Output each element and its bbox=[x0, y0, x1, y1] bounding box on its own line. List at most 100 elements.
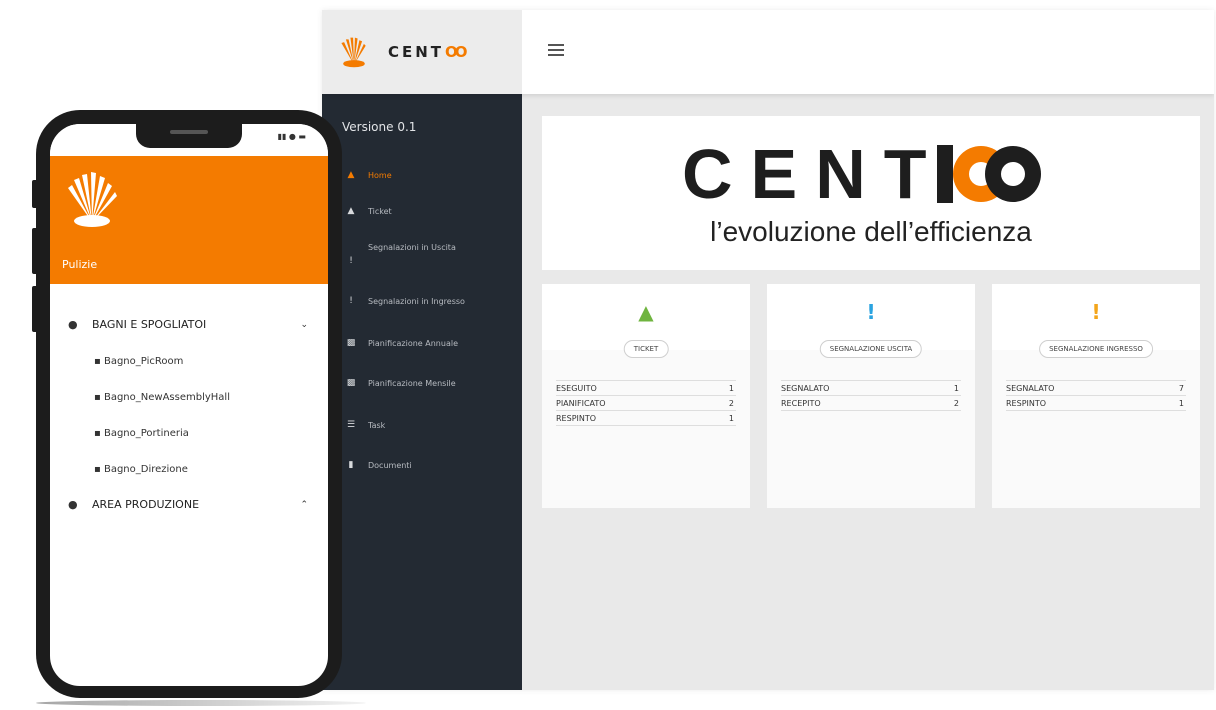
phone-side-button bbox=[32, 180, 38, 208]
shell-logo-icon bbox=[341, 37, 366, 68]
group-bagni-e-spogliatoi[interactable]: ● BAGNI E SPOGLIATOI ⌄ bbox=[68, 318, 308, 331]
row-value: 1 bbox=[728, 384, 734, 393]
table-row: ESEGUITO 1 bbox=[556, 380, 736, 395]
location-pin-icon: ● bbox=[68, 318, 78, 331]
row-value: 2 bbox=[728, 399, 734, 408]
exclamation-icon: ! bbox=[349, 256, 353, 266]
cento-ten-logo-icon: 10 bbox=[936, 145, 1041, 203]
table-row: RESPINTO 1 bbox=[556, 410, 736, 426]
card-table: SEGNALATO 7 RESPINTO 1 bbox=[1006, 380, 1186, 411]
location-pin-icon: ● bbox=[68, 498, 78, 511]
phone-header-title: Pulizie bbox=[62, 258, 98, 271]
bell-icon: ▲ bbox=[347, 206, 355, 216]
card-label: TICKET bbox=[623, 340, 669, 358]
banner-title: CENT 10 bbox=[682, 134, 1047, 214]
card-label: SEGNALAZIONE USCITA bbox=[819, 340, 923, 358]
chevron-down-icon[interactable]: ⌄ bbox=[300, 320, 308, 330]
sidebar: Versione 0.1 ▲ Home ▲ Ticket ! Segnalazi… bbox=[322, 94, 522, 690]
chevron-up-icon[interactable]: ⌃ bbox=[300, 500, 308, 510]
top-bar: CENT OO bbox=[322, 10, 1214, 94]
phone-header: Pulizie bbox=[50, 156, 328, 284]
phone-shadow bbox=[36, 700, 366, 706]
desktop-app-window: CENT OO Versione 0.1 ▲ Home ▲ Ticket ! S… bbox=[322, 10, 1214, 690]
card-table: SEGNALATO 1 RECEPITO 2 bbox=[781, 380, 961, 411]
banner-tagline: l’evoluzione dell’efficienza bbox=[710, 216, 1032, 247]
banner-title-text: CENT bbox=[682, 135, 945, 213]
brand-name: CENT OO bbox=[388, 43, 467, 61]
sidebar-item-label: Pianificazione Annuale bbox=[368, 339, 458, 348]
card-ticket[interactable]: ▲ TICKET ESEGUITO 1 PIANIFICATO 2 RESPINTO… bbox=[542, 284, 750, 508]
row-key: RECEPITO bbox=[781, 399, 821, 408]
card-bottom bbox=[542, 350, 750, 508]
chart-icon: ▩ bbox=[346, 378, 356, 388]
list-item[interactable]: ▪ Bagno_PicRoom bbox=[94, 356, 183, 367]
sidebar-item-label: Pianificazione Mensile bbox=[368, 379, 456, 388]
sidebar-item-label: Segnalazioni in Ingresso bbox=[368, 297, 465, 306]
signal-wifi-battery-icon: ▮▮ ● ▬ bbox=[277, 132, 306, 141]
row-key: RESPINTO bbox=[556, 414, 597, 423]
card-segnalazione-uscita[interactable]: ! SEGNALAZIONE USCITA SEGNALATO 1 RECEPIT… bbox=[767, 284, 975, 508]
table-row: PIANIFICATO 2 bbox=[556, 395, 736, 410]
row-value: 1 bbox=[953, 384, 959, 393]
brand-suffix: OO bbox=[445, 43, 467, 61]
row-key: PIANIFICATO bbox=[556, 399, 606, 408]
phone-device: ▮▮ ● ▬ Pulizie ● BAGNI E SPOGLIATOI ⌄ ▪ … bbox=[32, 110, 342, 698]
version-label: Versione 0.1 bbox=[342, 120, 417, 134]
row-key: SEGNALATO bbox=[1006, 384, 1055, 393]
card-segnalazione-ingresso[interactable]: ! SEGNALAZIONE INGRESSO SEGNALATO 7 RESPI… bbox=[992, 284, 1200, 508]
row-value: 2 bbox=[953, 399, 959, 408]
exclamation-icon: ! bbox=[1091, 300, 1101, 324]
group-area-produzione[interactable]: ● AREA PRODUZIONE ⌃ bbox=[68, 498, 308, 511]
sidebar-item-pianificazione-annuale[interactable]: ▩ Pianificazione Annuale bbox=[344, 338, 514, 349]
sidebar-item-pianificazione-mensile[interactable]: ▩ Pianificazione Mensile bbox=[344, 378, 514, 389]
file-icon: ▮ bbox=[348, 460, 354, 470]
row-value: 1 bbox=[728, 414, 734, 423]
main-content: CENT 10 l’evoluzione dell’efficienza ▲ T… bbox=[522, 94, 1214, 690]
row-value: 1 bbox=[1178, 399, 1184, 408]
bell-icon: ▲ bbox=[638, 300, 654, 324]
card-bottom bbox=[767, 350, 975, 508]
sidebar-item-label: Documenti bbox=[368, 461, 412, 470]
sidebar-item-label: Home bbox=[368, 171, 392, 180]
shell-logo-icon bbox=[68, 172, 117, 227]
brand-text: CENT bbox=[388, 43, 445, 61]
phone-screen: ▮▮ ● ▬ Pulizie ● BAGNI E SPOGLIATOI ⌄ ▪ … bbox=[50, 124, 328, 686]
table-row: RESPINTO 1 bbox=[1006, 395, 1186, 411]
list-item[interactable]: ▪ Bagno_NewAssemblyHall bbox=[94, 392, 230, 403]
sidebar-item-documenti[interactable]: ▮ Documenti bbox=[344, 460, 514, 471]
home-icon: ▲ bbox=[347, 170, 355, 180]
phone-side-button bbox=[32, 286, 38, 332]
list-icon: ☰ bbox=[346, 420, 356, 430]
card-bottom bbox=[992, 350, 1200, 508]
group-label: AREA PRODUZIONE bbox=[92, 498, 200, 511]
brand-logo[interactable]: CENT OO bbox=[322, 10, 522, 94]
row-key: RESPINTO bbox=[1006, 399, 1047, 408]
table-row: RECEPITO 2 bbox=[781, 395, 961, 411]
hamburger-icon[interactable] bbox=[548, 44, 564, 58]
exclamation-icon: ! bbox=[349, 296, 353, 306]
phone-notch bbox=[136, 124, 242, 148]
list-item-label: Bagno_Direzione bbox=[103, 464, 188, 475]
table-row: SEGNALATO 1 bbox=[781, 380, 961, 395]
sidebar-item-home[interactable]: ▲ Home bbox=[344, 170, 514, 181]
list-item-label: Bagno_Portineria bbox=[103, 428, 189, 439]
list-item[interactable]: ▪ Bagno_Portineria bbox=[94, 428, 189, 439]
chart-icon: ▩ bbox=[346, 338, 356, 348]
list-item-label: Bagno_NewAssemblyHall bbox=[103, 392, 230, 403]
group-label: BAGNI E SPOGLIATOI bbox=[92, 318, 207, 331]
list-item[interactable]: ▪ Bagno_Direzione bbox=[94, 464, 188, 475]
card-table: ESEGUITO 1 PIANIFICATO 2 RESPINTO 1 bbox=[556, 380, 736, 426]
brand-banner: CENT 10 l’evoluzione dell’efficienza bbox=[542, 116, 1200, 270]
sidebar-item-task[interactable]: ☰ Task bbox=[344, 420, 514, 431]
sidebar-item-label: Segnalazioni in Uscita bbox=[368, 243, 456, 252]
row-key: ESEGUITO bbox=[556, 384, 597, 393]
card-label: SEGNALAZIONE INGRESSO bbox=[1039, 340, 1153, 358]
phone-side-button bbox=[32, 228, 38, 274]
exclamation-icon: ! bbox=[866, 300, 876, 324]
table-row: SEGNALATO 7 bbox=[1006, 380, 1186, 395]
status-bar: ▮▮ ● ▬ bbox=[50, 124, 328, 156]
sidebar-item-segnalazioni-uscita[interactable]: ! Segnalazioni in Uscita bbox=[344, 242, 514, 266]
sidebar-item-ticket[interactable]: ▲ Ticket bbox=[344, 206, 514, 217]
sidebar-item-label: Task bbox=[368, 421, 386, 430]
sidebar-item-segnalazioni-ingresso[interactable]: ! Segnalazioni in Ingresso bbox=[344, 296, 514, 307]
